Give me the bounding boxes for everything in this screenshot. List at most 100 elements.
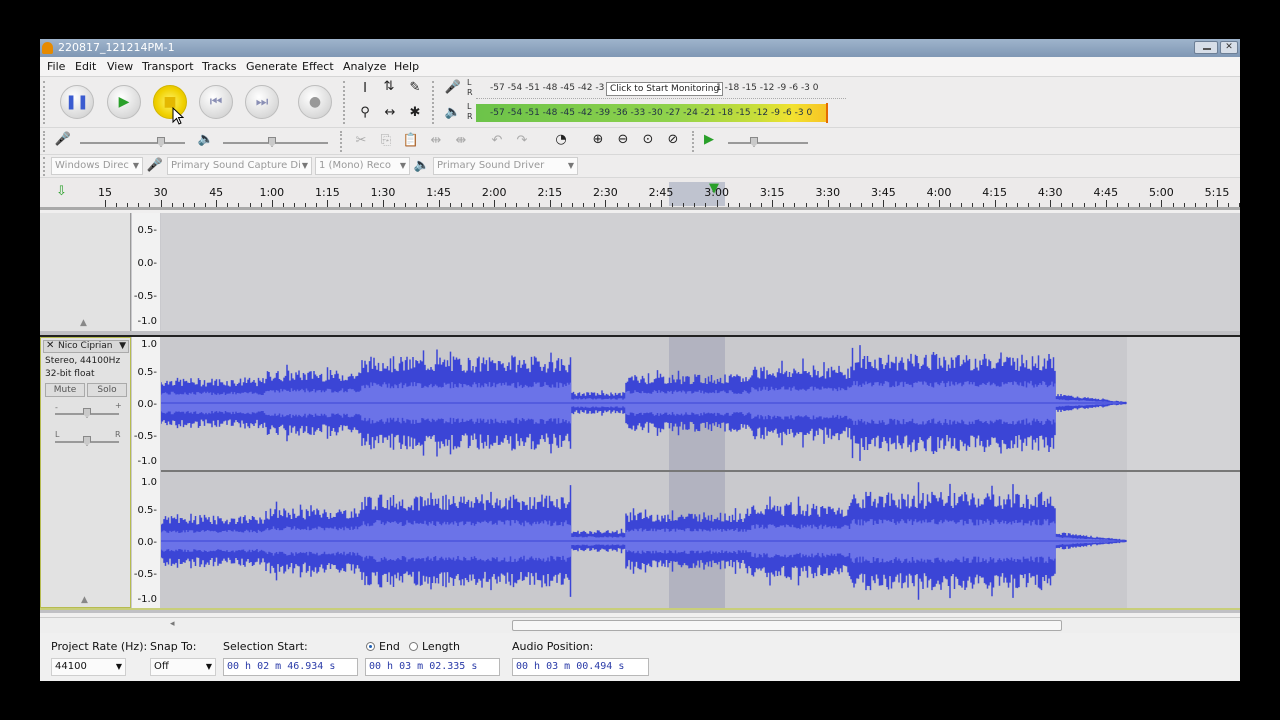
scale-label: -0.5- — [133, 569, 157, 580]
copy-icon[interactable]: ⎘ — [377, 133, 395, 148]
timeshift-tool-icon[interactable]: ↔ — [381, 105, 399, 120]
toolbar-grip[interactable] — [343, 81, 347, 124]
ruler-tick — [672, 203, 674, 207]
play-head-marker-icon[interactable]: ⇩ — [56, 184, 67, 199]
ruler-tick — [861, 203, 863, 207]
record-button[interactable]: ● — [298, 85, 332, 119]
audacity-window: 220817_121214PM-1 ✕ File Edit View Trans… — [40, 39, 1240, 681]
recording-device-select[interactable]: Primary Sound Capture Di ▼ — [167, 157, 312, 175]
menu-view[interactable]: View — [107, 60, 133, 73]
project-rate-select[interactable]: 44100 ▼ — [51, 658, 126, 676]
ruler-tick — [538, 203, 540, 207]
track-menu-icon[interactable]: ▼ — [119, 341, 126, 351]
ruler-tick — [894, 203, 896, 207]
play-speed-slider[interactable] — [728, 142, 808, 144]
redo-icon[interactable]: ↷ — [513, 133, 531, 148]
track-title-bar[interactable]: ✕ Nico Ciprian ▼ — [43, 340, 129, 353]
toolbar-grip[interactable] — [340, 131, 344, 152]
toolbar-grip[interactable] — [692, 131, 696, 152]
empty-track-info[interactable]: ▲ — [40, 213, 131, 331]
menu-tracks[interactable]: Tracks — [202, 60, 237, 73]
output-volume-thumb[interactable] — [268, 137, 276, 147]
toolbar-grip[interactable] — [43, 131, 47, 152]
audio-host-value: Windows Direc — [55, 160, 129, 171]
selection-tool-icon[interactable]: I — [356, 81, 374, 96]
input-volume-thumb[interactable] — [157, 137, 165, 147]
ruler-tick — [405, 203, 407, 207]
pause-button[interactable]: ❚❚ — [60, 85, 94, 119]
end-radio[interactable] — [366, 642, 375, 651]
menu-effect[interactable]: Effect — [302, 60, 334, 73]
ruler-tick — [872, 203, 874, 207]
undo-icon[interactable]: ↶ — [488, 133, 506, 148]
microphone-icon[interactable]: 🎤 — [444, 80, 462, 95]
play-speed-thumb[interactable] — [750, 137, 758, 147]
app-icon — [42, 42, 53, 54]
solo-button[interactable]: Solo — [87, 383, 127, 397]
scale-label: 0.0- — [137, 537, 157, 548]
skip-end-button[interactable]: ⏭ — [245, 85, 279, 119]
zoom-out-icon[interactable]: ⊖ — [614, 132, 632, 147]
mute-button[interactable]: Mute — [45, 383, 85, 397]
play-button[interactable]: ▶ — [107, 85, 141, 119]
selection-start-field[interactable]: 00 h 02 m 46.934 s — [223, 658, 358, 676]
menu-generate[interactable]: Generate — [246, 60, 297, 73]
toolbar-grip[interactable] — [43, 157, 47, 176]
menu-help[interactable]: Help — [394, 60, 419, 73]
menu-analyze[interactable]: Analyze — [343, 60, 386, 73]
audio-position-field[interactable]: 00 h 03 m 00.494 s — [512, 658, 649, 676]
input-volume-slider[interactable] — [80, 142, 185, 144]
sync-lock-icon[interactable]: ◔ — [552, 132, 570, 147]
collapse-icon[interactable]: ▲ — [81, 595, 88, 605]
paste-icon[interactable]: 📋 — [402, 133, 420, 148]
length-radio[interactable] — [409, 642, 418, 651]
silence-icon[interactable]: ⇼ — [452, 133, 470, 148]
ruler-tick — [360, 203, 362, 207]
waveform[interactable] — [161, 337, 1161, 608]
menu-transport[interactable]: Transport — [142, 60, 194, 73]
selection-end-field[interactable]: 00 h 03 m 02.335 s — [365, 658, 500, 676]
play-at-speed-icon[interactable]: ▶ — [700, 132, 718, 147]
multi-tool-icon[interactable]: ✱ — [406, 105, 424, 120]
snap-to-select[interactable]: Off ▼ — [150, 658, 216, 676]
playback-device-select[interactable]: Primary Sound Driver ▼ — [433, 157, 578, 175]
audio-track-info[interactable]: ✕ Nico Ciprian ▼ Stereo, 44100Hz 32-bit … — [40, 337, 131, 608]
fit-project-icon[interactable]: ⊘ — [664, 132, 682, 147]
ruler-tick — [927, 203, 929, 207]
zoom-in-icon[interactable]: ⊕ — [589, 132, 607, 147]
ruler-tick — [1217, 200, 1218, 207]
ruler-tick-label: 1:45 — [426, 186, 451, 199]
recording-channels-select[interactable]: 1 (Mono) Reco ▼ — [315, 157, 410, 175]
timeline-ruler[interactable]: ⇩ 15 30 45 1:00 1:15 1:30 1:45 2:00 2:15 2:30 2:45… — [40, 178, 1240, 210]
ruler-tick — [638, 203, 640, 207]
ruler-tick — [616, 203, 618, 207]
fit-selection-icon[interactable]: ⊙ — [639, 132, 657, 147]
toolbar-grip[interactable] — [43, 81, 47, 124]
draw-tool-icon[interactable]: ✎ — [406, 80, 424, 95]
scroll-left-icon[interactable]: ◂ — [170, 619, 175, 629]
envelope-tool-icon[interactable]: ⇅ — [380, 79, 398, 94]
cut-icon[interactable]: ✂ — [352, 133, 370, 148]
close-button[interactable]: ✕ — [1220, 41, 1238, 54]
horizontal-scrollbar[interactable]: ◂ — [40, 617, 1240, 633]
skip-start-button[interactable]: ⏮ — [199, 85, 233, 119]
menu-file[interactable]: File — [47, 60, 65, 73]
collapse-icon[interactable]: ▲ — [80, 318, 87, 328]
ruler-tick — [1150, 203, 1152, 207]
toolbar-grip[interactable] — [432, 81, 436, 124]
pan-thumb[interactable] — [83, 436, 91, 446]
trim-icon[interactable]: ⇹ — [427, 133, 445, 148]
empty-track-area[interactable] — [161, 213, 1240, 331]
speaker-icon[interactable]: 🔈 — [444, 105, 462, 120]
audio-host-select[interactable]: Windows Direc ▼ — [51, 157, 143, 175]
ruler-tick-label: 3:30 — [815, 186, 841, 199]
mouse-cursor-icon — [172, 107, 184, 125]
toolbars: ❚❚ ▶ ■ ⏮ ⏭ ● I ⇅ ✎ ⚲ ↔ ✱ 🎤 L R -57 -54 -… — [40, 77, 1240, 178]
close-track-icon[interactable]: ✕ — [46, 340, 54, 351]
zoom-tool-icon[interactable]: ⚲ — [356, 105, 374, 120]
gain-thumb[interactable] — [83, 408, 91, 418]
horizontal-scroll-thumb[interactable] — [512, 620, 1062, 631]
record-meter[interactable] — [476, 77, 846, 99]
minimize-button[interactable] — [1194, 41, 1218, 54]
menu-edit[interactable]: Edit — [75, 60, 96, 73]
